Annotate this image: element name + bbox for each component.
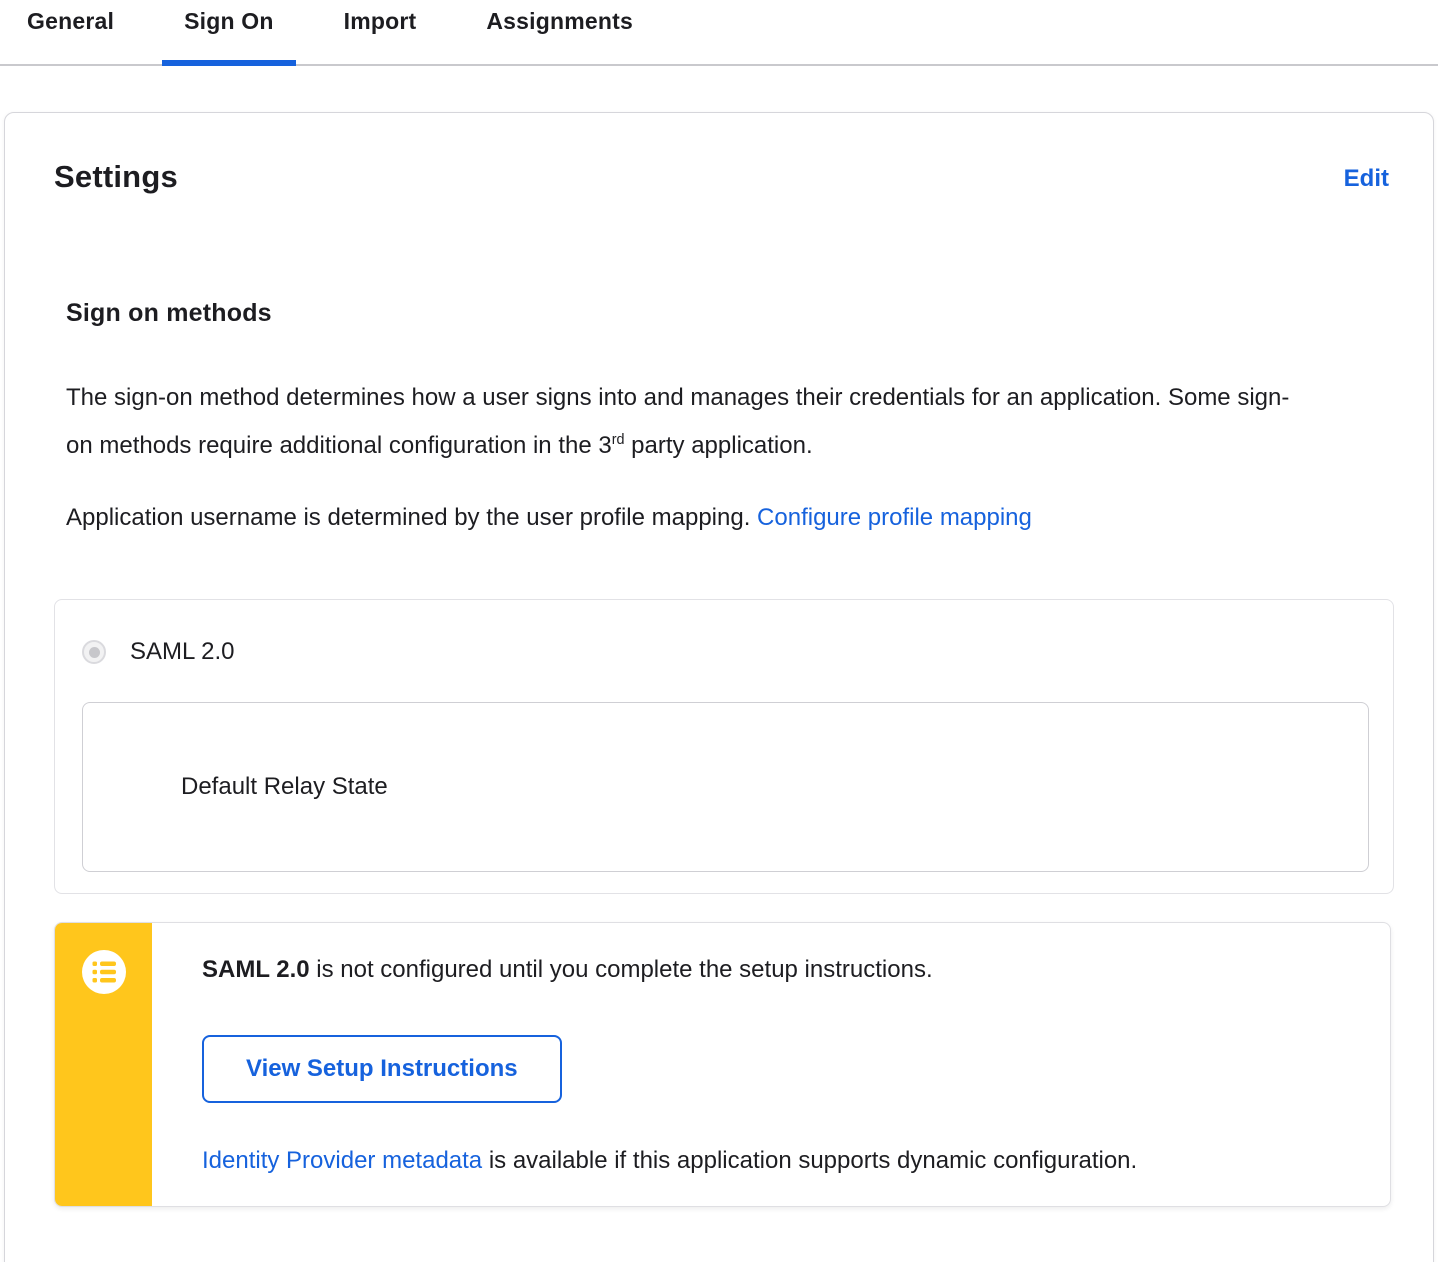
callout-message-bold: SAML 2.0 bbox=[202, 956, 310, 983]
username-mapping-line: Application username is determined by th… bbox=[66, 494, 1306, 542]
callout-message: SAML 2.0 is not configured until you com… bbox=[202, 954, 1350, 986]
callout-content: SAML 2.0 is not configured until you com… bbox=[202, 923, 1390, 1175]
callout-message-rest: is not configured until you complete the… bbox=[309, 956, 933, 983]
tab-sign-on[interactable]: Sign On bbox=[162, 6, 296, 66]
saml-option-box: SAML 2.0 Default Relay State bbox=[54, 599, 1394, 894]
metadata-line-rest: is available if this application support… bbox=[482, 1147, 1138, 1174]
metadata-line: Identity Provider metadata is available … bbox=[202, 1147, 1350, 1175]
saml-radio-label: SAML 2.0 bbox=[130, 638, 235, 665]
sign-on-methods-description: The sign-on method determines how a user… bbox=[66, 374, 1306, 470]
view-setup-instructions-button[interactable]: View Setup Instructions bbox=[202, 1035, 562, 1103]
settings-card-header: Settings Edit bbox=[54, 159, 1389, 195]
tab-assignments[interactable]: Assignments bbox=[464, 6, 655, 64]
saml-setup-callout: SAML 2.0 is not configured until you com… bbox=[54, 922, 1391, 1207]
username-mapping-text: Application username is determined by th… bbox=[66, 504, 758, 531]
default-relay-state-label: Default Relay State bbox=[181, 773, 388, 800]
settings-title: Settings bbox=[54, 159, 178, 194]
tab-general[interactable]: General bbox=[5, 6, 136, 64]
identity-provider-metadata-link[interactable]: Identity Provider metadata bbox=[202, 1147, 482, 1174]
saml-radio-row: SAML 2.0 bbox=[82, 638, 1365, 666]
edit-link[interactable]: Edit bbox=[1344, 165, 1389, 193]
default-relay-state-field: Default Relay State bbox=[82, 702, 1369, 872]
description-text-after: party application. bbox=[624, 432, 813, 459]
tab-import[interactable]: Import bbox=[322, 6, 439, 64]
bulleted-list-icon bbox=[81, 950, 126, 994]
settings-card: Settings Edit Sign on methods The sign-o… bbox=[4, 112, 1434, 1262]
sign-on-methods-heading: Sign on methods bbox=[66, 299, 272, 327]
app-tab-bar: General Sign On Import Assignments bbox=[0, 0, 1438, 66]
configure-profile-mapping-link[interactable]: Configure profile mapping bbox=[757, 504, 1032, 531]
callout-warning-stripe bbox=[55, 923, 152, 1206]
saml-radio-button[interactable] bbox=[82, 640, 106, 664]
description-superscript: rd bbox=[611, 432, 625, 448]
